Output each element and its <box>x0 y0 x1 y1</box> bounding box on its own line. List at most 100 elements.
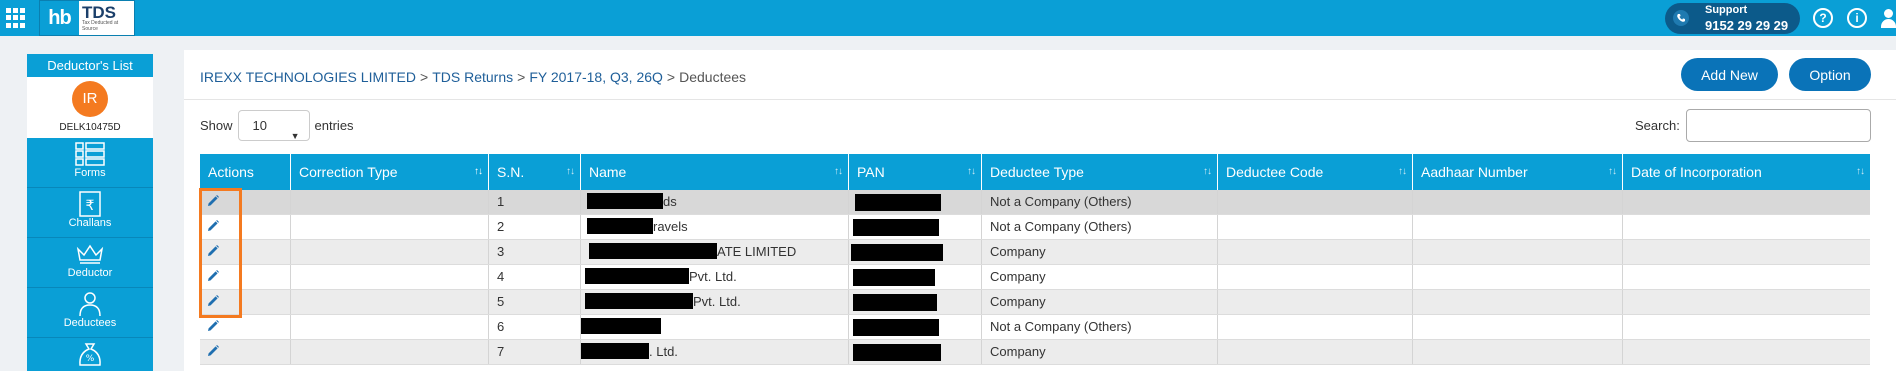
sidebar-item-label: Challans <box>68 217 112 229</box>
sort-icon: ↑↓ <box>834 166 843 177</box>
column-header-pan[interactable]: PAN ↑↓ <box>849 154 982 190</box>
table-row[interactable]: 1 ds Not a Company (Others) <box>200 190 1870 215</box>
sidebar-item-tds[interactable]: % <box>27 338 153 371</box>
cell-correction-type <box>291 290 489 314</box>
info-icon[interactable]: i <box>1847 8 1867 28</box>
challans-icon: ₹ <box>27 191 153 217</box>
cell-actions <box>200 315 291 339</box>
cell-aadhaar-number <box>1413 315 1623 339</box>
cell-sn: 4 <box>489 265 581 289</box>
sort-icon: ↑↓ <box>1203 166 1212 177</box>
redacted-block <box>585 293 693 309</box>
cell-name <box>581 315 849 339</box>
column-label: Actions <box>208 164 254 180</box>
cell-deductee-type: Company <box>982 340 1218 364</box>
table-row[interactable]: 5 Pvt. Ltd. Company <box>200 290 1870 315</box>
cell-actions <box>200 340 291 364</box>
cell-deductee-type: Company <box>982 240 1218 264</box>
page-header: IREXX TECHNOLOGIES LIMITED > TDS Returns > F… <box>184 50 1896 100</box>
deductor-card[interactable]: IR DELK10475D <box>27 77 153 138</box>
entries-select[interactable]: 10 ▼ <box>237 110 310 141</box>
column-header-aadhaar-number[interactable]: Aadhaar Number ↑↓ <box>1413 154 1623 190</box>
apps-grid-icon[interactable] <box>6 8 26 28</box>
table-row[interactable]: 4 Pvt. Ltd. Company <box>200 265 1870 290</box>
table-row[interactable]: 6 Not a Company (Others) <box>200 315 1870 340</box>
sidebar-item-deductees[interactable]: Deductees <box>27 288 153 338</box>
cell-pan <box>849 315 982 339</box>
column-header-name[interactable]: Name ↑↓ <box>581 154 849 190</box>
redacted-block <box>853 294 937 311</box>
redacted-block <box>581 318 661 334</box>
table-row[interactable]: 3 ATE LIMITED Company <box>200 240 1870 265</box>
cell-pan <box>849 340 982 364</box>
actions-highlight-box <box>199 188 242 318</box>
column-header-date-of-incorporation[interactable]: Date of Incorporation ↑↓ <box>1623 154 1870 190</box>
cell-date-of-incorporation <box>1623 290 1870 314</box>
redacted-block <box>853 269 935 286</box>
cell-deductee-type: Not a Company (Others) <box>982 315 1218 339</box>
avatar: IR <box>72 81 108 117</box>
crown-icon <box>27 241 153 267</box>
column-header-actions[interactable]: Actions <box>200 154 291 190</box>
table-row[interactable]: 7 . Ltd. Company <box>200 340 1870 365</box>
svg-text:%: % <box>86 354 95 364</box>
cell-correction-type <box>291 315 489 339</box>
redacted-block <box>855 194 941 211</box>
breadcrumb-separator: > <box>517 69 526 85</box>
cell-date-of-incorporation <box>1623 265 1870 289</box>
user-icon[interactable] <box>1881 8 1896 28</box>
app-logo[interactable]: hb TDS Tax Deducted at Source <box>39 0 135 36</box>
table-row[interactable]: 2 ravels Not a Company (Others) <box>200 215 1870 240</box>
breadcrumb-current: Deductees <box>679 69 747 85</box>
cell-aadhaar-number <box>1413 265 1623 289</box>
entries-value: 10 <box>252 118 267 133</box>
breadcrumb: IREXX TECHNOLOGIES LIMITED > TDS Returns > F… <box>200 69 746 85</box>
redacted-block <box>585 268 689 284</box>
phone-icon <box>1673 10 1689 26</box>
cell-date-of-incorporation <box>1623 240 1870 264</box>
support-badge[interactable]: Support 9152 29 29 29 <box>1665 3 1800 34</box>
column-label: S.N. <box>497 164 525 180</box>
money-bag-icon: % <box>27 341 153 367</box>
column-label: Name <box>589 164 627 180</box>
edit-pencil-icon[interactable] <box>206 344 220 358</box>
add-new-button[interactable]: Add New <box>1681 58 1778 91</box>
cell-sn: 7 <box>489 340 581 364</box>
redacted-block <box>851 244 943 261</box>
main-panel: IREXX TECHNOLOGIES LIMITED > TDS Returns > F… <box>184 50 1896 371</box>
sidebar-item-label: Deductor <box>67 267 113 279</box>
cell-deductee-type: Not a Company (Others) <box>982 215 1218 239</box>
breadcrumb-fy-quarter[interactable]: FY 2017-18, Q3, 26Q <box>529 69 663 85</box>
cell-aadhaar-number <box>1413 190 1623 214</box>
deductor-code: DELK10475D <box>59 122 121 133</box>
forms-icon <box>27 141 153 167</box>
edit-pencil-icon[interactable] <box>206 319 220 333</box>
redacted-block <box>853 219 939 236</box>
option-button[interactable]: Option <box>1789 58 1871 91</box>
sidebar-item-challans[interactable]: ₹ Challans <box>27 188 153 238</box>
deductees-table: Actions Correction Type ↑↓ S.N. ↑↓ Name ↑↓ … <box>200 154 1870 365</box>
sidebar-item-deductor[interactable]: Deductor <box>27 238 153 288</box>
chevron-down-icon: ▼ <box>290 131 300 141</box>
cell-deductee-code <box>1218 315 1413 339</box>
column-header-deductee-code[interactable]: Deductee Code ↑↓ <box>1218 154 1413 190</box>
top-bar: hb TDS Tax Deducted at Source Support 91… <box>0 0 1896 36</box>
breadcrumb-deductor[interactable]: IREXX TECHNOLOGIES LIMITED <box>200 69 416 85</box>
breadcrumb-separator: > <box>420 69 429 85</box>
column-label: Correction Type <box>299 164 398 180</box>
search-input[interactable] <box>1686 109 1871 142</box>
cell-name: Pvt. Ltd. <box>581 265 849 289</box>
sidebar-item-forms[interactable]: Forms <box>27 138 153 188</box>
cell-name: ds <box>581 190 849 214</box>
column-header-sn[interactable]: S.N. ↑↓ <box>489 154 581 190</box>
column-header-correction-type[interactable]: Correction Type ↑↓ <box>291 154 489 190</box>
show-label: Show <box>200 118 233 133</box>
cell-name: . Ltd. <box>581 340 849 364</box>
redacted-block <box>581 343 649 359</box>
search-label: Search: <box>1635 118 1680 133</box>
breadcrumb-tds-returns[interactable]: TDS Returns <box>432 69 513 85</box>
redacted-block <box>587 218 653 234</box>
cell-correction-type <box>291 265 489 289</box>
column-header-deductee-type[interactable]: Deductee Type ↑↓ <box>982 154 1218 190</box>
help-icon[interactable]: ? <box>1813 8 1833 28</box>
